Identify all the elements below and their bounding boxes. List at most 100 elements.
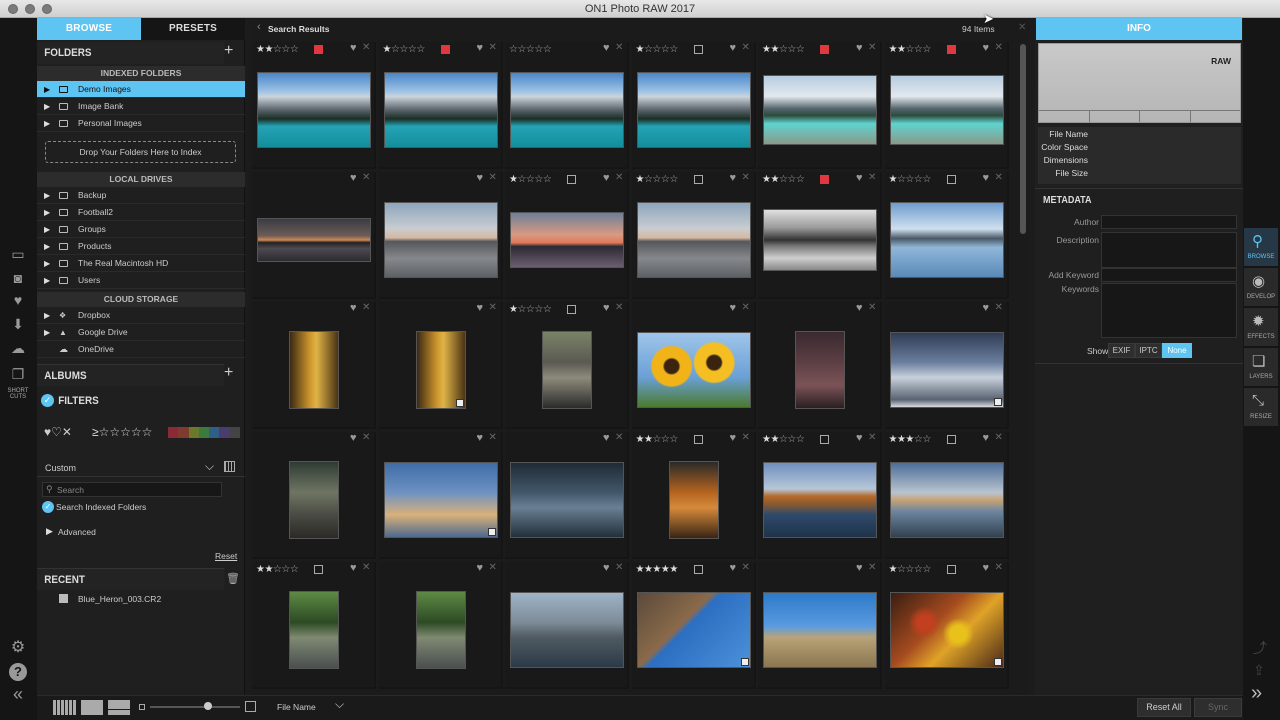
color-label-red[interactable] — [314, 45, 323, 54]
expand-arrow-icon[interactable]: ▶ — [44, 221, 50, 238]
star-rating[interactable]: ★☆☆☆☆ — [383, 44, 426, 55]
back-arrow-icon[interactable]: ‹ — [257, 21, 261, 33]
cloud-item-dropbox[interactable]: ▶ ❖ Dropbox — [37, 307, 245, 324]
star-rating[interactable]: ★☆☆☆☆ — [509, 304, 552, 315]
share-icon[interactable]: ⤴ — [1253, 638, 1267, 658]
thumbnail-image[interactable] — [636, 202, 751, 278]
drop-folders-button[interactable]: Drop Your Folders Here to Index — [45, 141, 236, 163]
expand-arrow-icon[interactable]: ▶ — [44, 255, 50, 272]
grid-scrollbar[interactable] — [1020, 44, 1026, 234]
like-heart-icon[interactable]: ♥ — [603, 432, 610, 444]
grid-cell[interactable]: ★☆☆☆☆ ♥ ✕ — [505, 302, 629, 429]
grid-cell[interactable]: ★★☆☆☆ ♥ ✕ — [758, 42, 882, 169]
show-iptc-button[interactable]: IPTC — [1135, 343, 1162, 358]
reject-icon[interactable]: ✕ — [868, 42, 876, 53]
color-label-empty[interactable] — [693, 45, 703, 54]
grid-cell[interactable]: ★☆☆☆☆ ♥ ✕ — [378, 42, 503, 169]
star-rating[interactable]: ★★★★★ — [636, 564, 679, 575]
grid-cell[interactable]: ★★☆☆☆ ♥ ✕ — [884, 42, 1009, 169]
reject-icon[interactable]: ✕ — [742, 42, 750, 53]
reject-icon[interactable]: ✕ — [489, 302, 497, 313]
color-label-red[interactable] — [820, 175, 829, 184]
search-indexed-checkbox[interactable]: ✓ — [42, 501, 54, 513]
cloud-icon[interactable]: ☁ — [6, 338, 30, 358]
heart-filter-icon[interactable]: ♥♡✕ — [44, 425, 72, 439]
expand-arrow-icon[interactable]: ▶ — [44, 98, 50, 115]
zoom-window-button[interactable] — [42, 4, 52, 14]
color-label-red[interactable] — [946, 45, 956, 54]
module-develop[interactable]: ◉ DEVELOP — [1244, 268, 1278, 306]
like-heart-icon[interactable]: ♥ — [856, 172, 863, 184]
shortcuts-icon[interactable]: ❐ — [6, 364, 30, 384]
add-folder-button[interactable]: + — [224, 42, 233, 60]
like-heart-icon[interactable]: ♥ — [730, 42, 737, 54]
reject-icon[interactable]: ✕ — [868, 562, 876, 573]
star-rating[interactable]: ★★☆☆☆ — [762, 174, 805, 185]
thumbnail-image[interactable] — [383, 202, 498, 278]
reject-icon[interactable]: ✕ — [615, 42, 623, 53]
thumbnail-image[interactable] — [289, 591, 339, 669]
grid-cell[interactable]: ★☆☆☆☆ ♥ ✕ — [631, 42, 756, 169]
like-heart-icon[interactable]: ♥ — [983, 562, 990, 574]
like-heart-icon[interactable]: ♥ — [603, 42, 610, 54]
minimize-window-button[interactable] — [25, 4, 35, 14]
like-heart-icon[interactable]: ♥ — [856, 432, 863, 444]
add-keyword-field[interactable] — [1101, 268, 1237, 282]
grid-cell[interactable]: ★★☆☆☆ ♥ ✕ — [758, 432, 882, 559]
like-heart-icon[interactable]: ♥ — [730, 302, 737, 314]
thumbnail-image[interactable] — [257, 72, 371, 148]
expand-arrow-icon[interactable]: ▶ — [44, 204, 50, 221]
reject-icon[interactable]: ✕ — [362, 432, 370, 443]
like-heart-icon[interactable]: ♥ — [350, 172, 357, 184]
grid-cell[interactable]: ★☆☆☆☆ ♥ ✕ — [884, 172, 1009, 299]
reject-icon[interactable]: ✕ — [742, 302, 750, 313]
thumbnail-image[interactable] — [889, 202, 1004, 278]
module-browse[interactable]: ⚲ BROWSE — [1244, 228, 1278, 266]
reject-icon[interactable]: ✕ — [995, 562, 1003, 573]
star-rating[interactable]: ★★☆☆☆ — [889, 44, 932, 55]
close-search-icon[interactable]: ✕ — [1018, 22, 1026, 33]
reject-icon[interactable]: ✕ — [868, 172, 876, 183]
chevron-down-icon[interactable]: ⌵ — [335, 697, 344, 712]
tab-info[interactable]: INFO — [1036, 18, 1242, 40]
star-rating[interactable]: ★★☆☆☆ — [762, 44, 805, 55]
like-heart-icon[interactable]: ♥ — [856, 302, 863, 314]
rating-filter[interactable]: ≥☆☆☆☆☆ — [92, 425, 152, 439]
reject-icon[interactable]: ✕ — [489, 562, 497, 573]
reject-icon[interactable]: ✕ — [615, 302, 623, 313]
reject-icon[interactable]: ✕ — [362, 42, 370, 53]
star-rating[interactable]: ★★☆☆☆ — [256, 44, 299, 55]
star-rating[interactable]: ☆☆☆☆☆ — [509, 44, 552, 55]
thumbnail-image[interactable] — [636, 72, 751, 148]
grid-cell[interactable]: ★★☆☆☆ ♥ ✕ — [252, 562, 376, 689]
grid-cell[interactable]: ★☆☆☆☆ ♥ ✕ — [631, 172, 756, 299]
slider-handle[interactable] — [204, 702, 212, 710]
module-resize[interactable]: ⤡ RESIZE — [1244, 388, 1278, 426]
filmstrip-view-icon[interactable] — [108, 700, 130, 715]
like-heart-icon[interactable]: ♥ — [983, 42, 990, 54]
thumbnail-image[interactable] — [763, 75, 877, 145]
thumbnail-image[interactable] — [889, 462, 1004, 538]
star-rating[interactable]: ★★☆☆☆ — [762, 434, 805, 445]
color-label-red[interactable] — [440, 45, 450, 54]
color-label-empty[interactable] — [820, 435, 829, 444]
grid-cell[interactable]: ♥ ✕ — [884, 302, 1009, 429]
reject-icon[interactable]: ✕ — [995, 172, 1003, 183]
reject-icon[interactable]: ✕ — [868, 432, 876, 443]
sort-select[interactable]: File Name — [277, 702, 316, 712]
thumbnail-image[interactable] — [889, 75, 1004, 145]
star-rating[interactable]: ★☆☆☆☆ — [889, 174, 932, 185]
grid-cell[interactable]: ★★★★★ ♥ ✕ — [631, 562, 756, 689]
thumbnail-image[interactable] — [889, 592, 1004, 668]
color-label-empty[interactable] — [567, 175, 576, 184]
thumbnail-image[interactable] — [510, 72, 624, 148]
reject-icon[interactable]: ✕ — [742, 562, 750, 573]
like-heart-icon[interactable]: ♥ — [350, 562, 357, 574]
grid-cell[interactable]: ★★★☆☆ ♥ ✕ — [884, 432, 1009, 559]
reject-icon[interactable]: ✕ — [362, 302, 370, 313]
like-heart-icon[interactable]: ♥ — [603, 172, 610, 184]
reject-icon[interactable]: ✕ — [868, 302, 876, 313]
filter-search-input[interactable]: ⚲ Search — [42, 482, 222, 497]
thumbnail-image[interactable] — [542, 331, 592, 409]
grid-cell[interactable]: ♥ ✕ — [378, 172, 503, 299]
